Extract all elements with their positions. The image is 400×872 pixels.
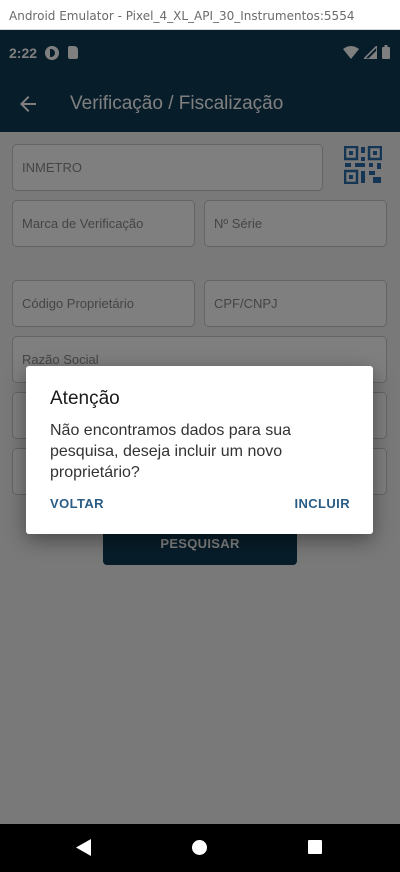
device-screen: 2:22 Verificação / Fiscalização INMETRO	[0, 30, 400, 872]
nav-back-icon[interactable]	[76, 839, 92, 856]
emulator-window-title: Android Emulator - Pixel_4_XL_API_30_Ins…	[0, 0, 400, 30]
system-navigation-bar	[0, 824, 400, 872]
dialog-message: Não encontramos dados para sua pesquisa,…	[50, 422, 292, 481]
nav-home-icon[interactable]	[192, 840, 207, 855]
nav-recents-icon[interactable]	[308, 840, 322, 854]
incluir-button[interactable]: INCLUIR	[294, 496, 350, 511]
dialog-title: Atenção	[50, 388, 120, 409]
voltar-button[interactable]: VOLTAR	[50, 496, 104, 511]
alert-dialog: Atenção Não encontramos dados para sua p…	[26, 366, 373, 534]
